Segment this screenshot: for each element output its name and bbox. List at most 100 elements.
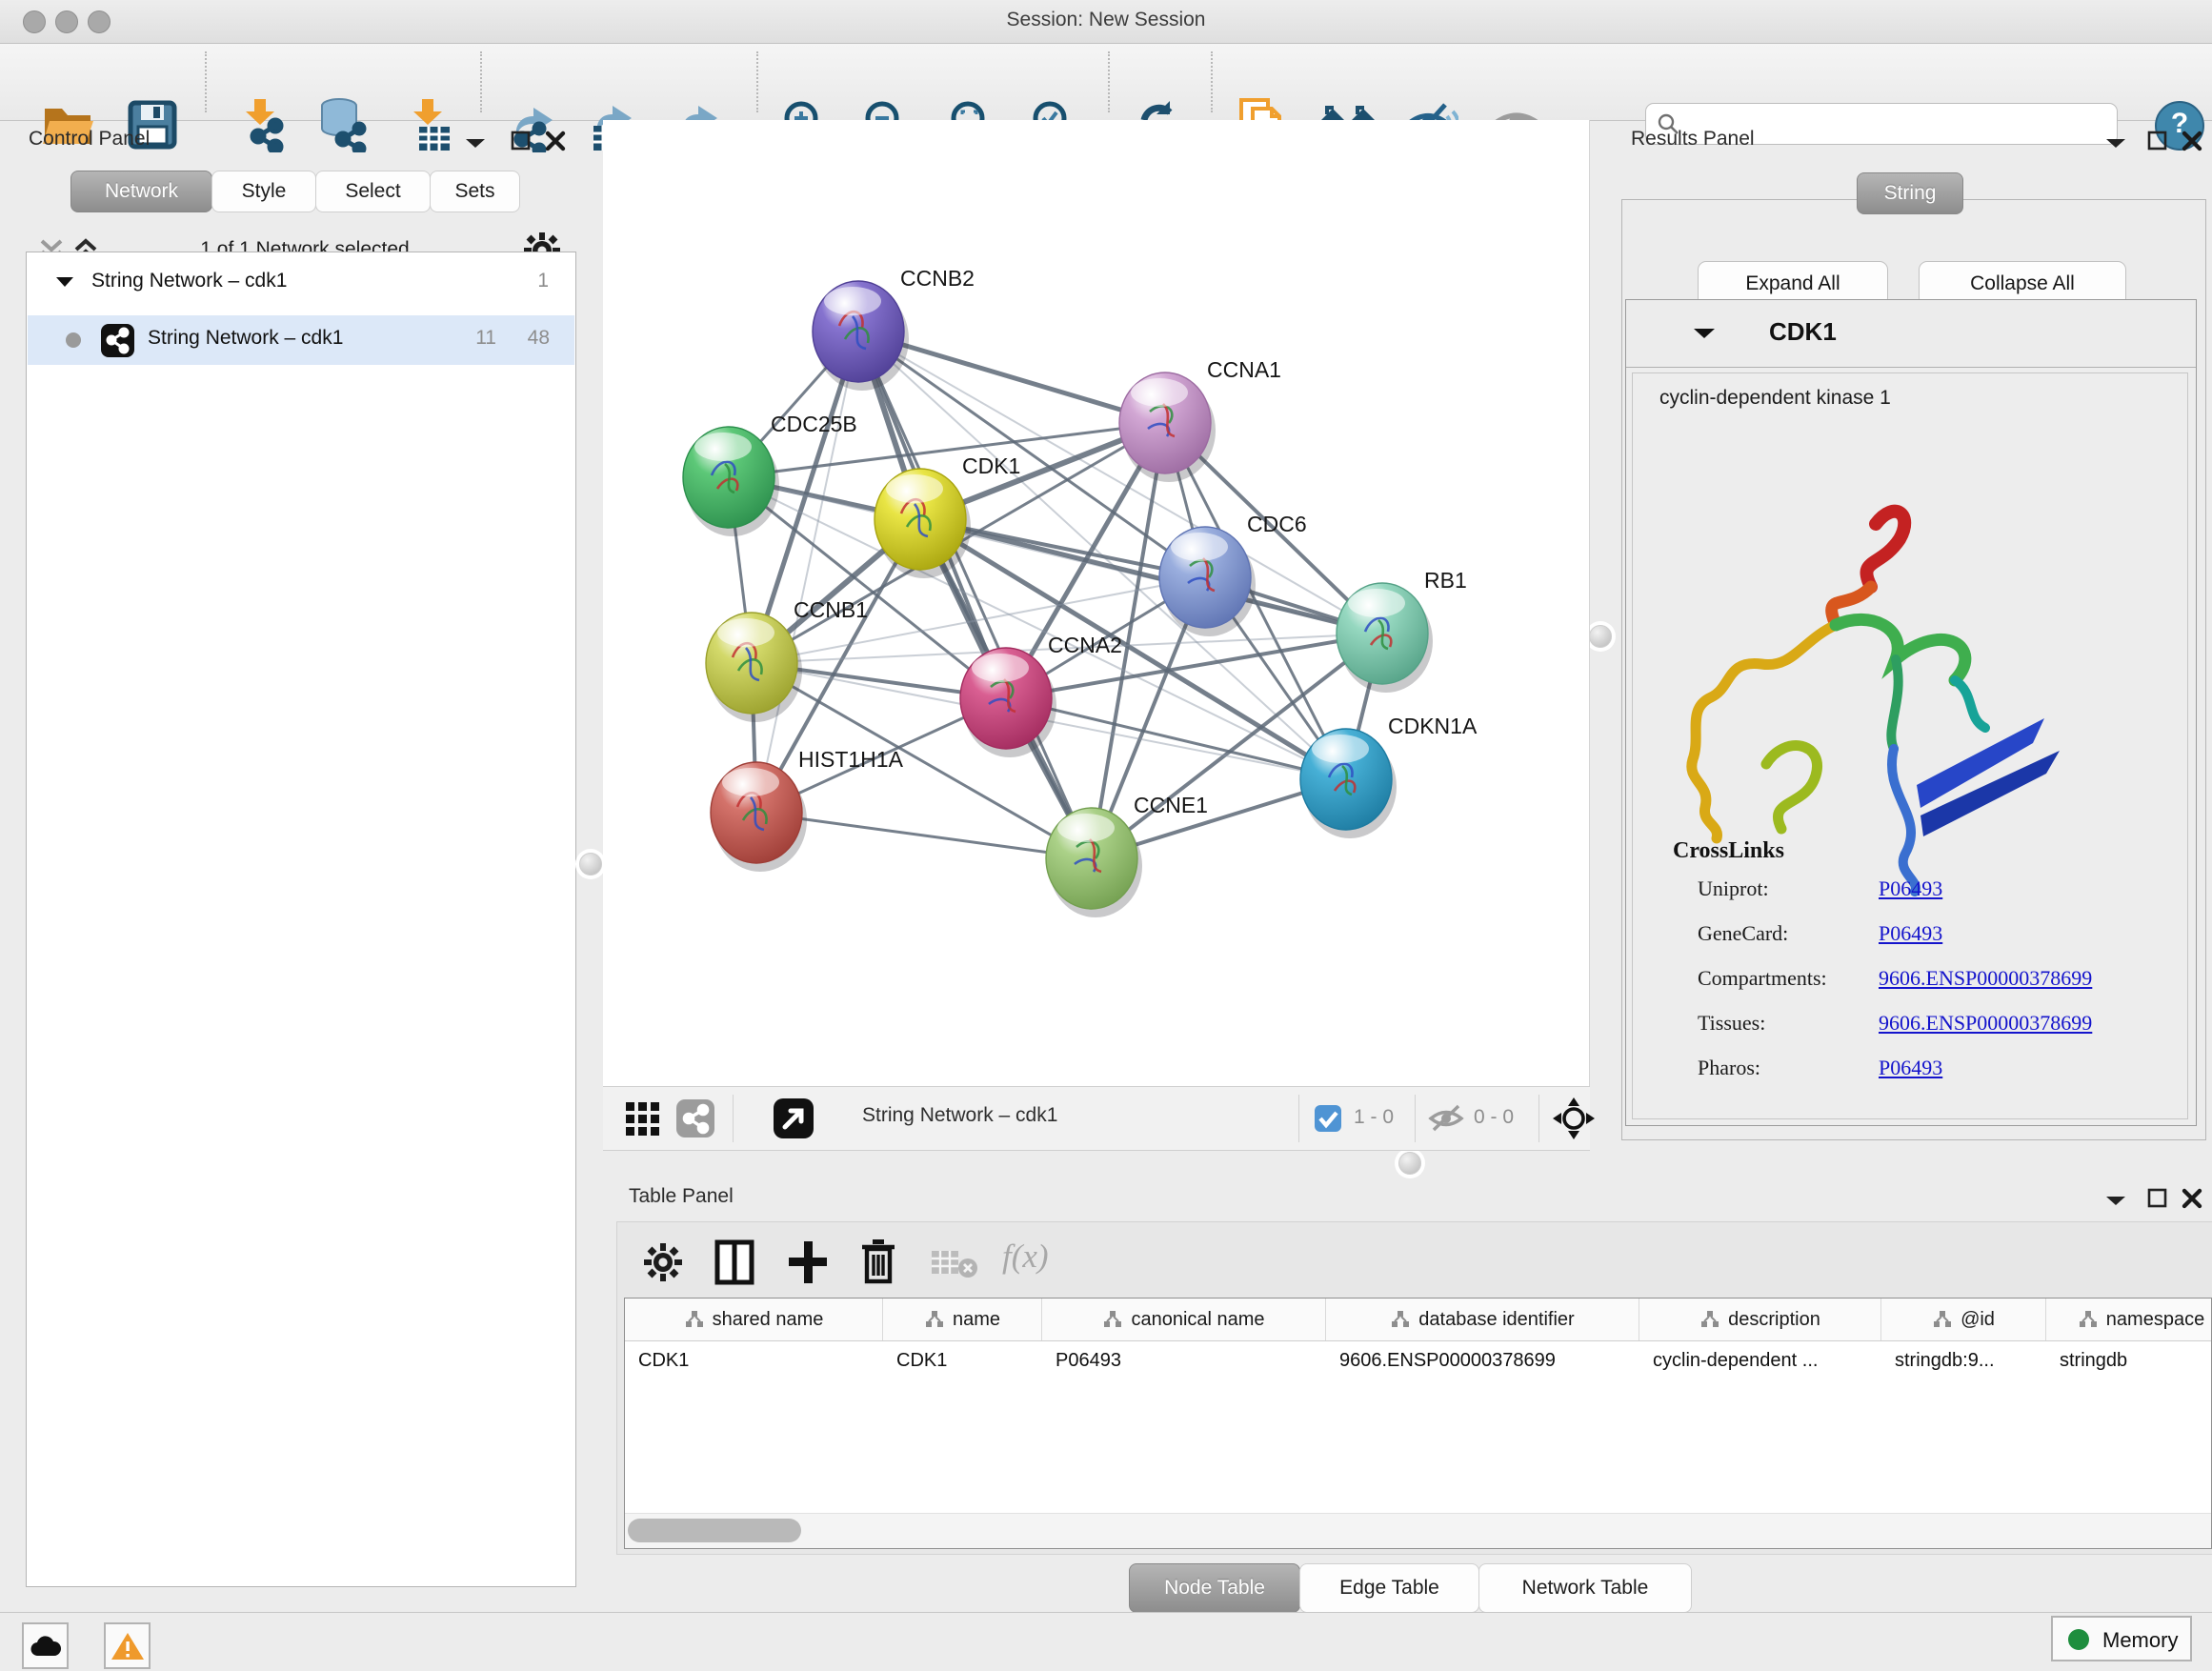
table-settings-gear-icon[interactable]: [642, 1241, 684, 1283]
toolbar-separator: [1211, 51, 1213, 112]
crosslink-row: Tissues:9606.ENSP00000378699: [1698, 1011, 2174, 1036]
crosslink-label: GeneCard:: [1698, 921, 1879, 946]
crosslink-value-link[interactable]: 9606.ENSP00000378699: [1879, 1011, 2092, 1036]
column-header-@id[interactable]: @id: [1881, 1299, 2046, 1340]
gene-collapse-icon[interactable]: [1691, 325, 1718, 342]
network-collection-row[interactable]: String Network – cdk1 1: [27, 262, 575, 308]
node-CDC25B[interactable]: CDC25B: [683, 412, 857, 536]
node-label: CCNB1: [794, 597, 868, 622]
column-header-shared-name[interactable]: shared name: [625, 1299, 883, 1340]
results-panel-menu-icon[interactable]: [2103, 135, 2128, 151]
gene-header-row[interactable]: CDK1: [1626, 300, 2196, 368]
column-header-database-identifier[interactable]: database identifier: [1326, 1299, 1639, 1340]
import-table-icon[interactable]: [400, 97, 455, 154]
netbar-separator: [1298, 1095, 1299, 1142]
node-CDK1[interactable]: CDK1: [875, 453, 1020, 578]
tab-select[interactable]: Select: [315, 171, 431, 212]
grid-view-icon[interactable]: [624, 1100, 662, 1138]
toolbar-separator: [756, 51, 758, 112]
control-panel-menu-icon[interactable]: [463, 135, 488, 151]
delete-column-icon[interactable]: [859, 1238, 897, 1285]
table-panel-close-icon[interactable]: [2181, 1187, 2203, 1210]
node-CDKN1A[interactable]: CDKN1A: [1300, 714, 1478, 838]
network-canvas[interactable]: CCNB2CCNA1CDC25BCDK1CDC6RB1CCNB1CCNA2CDK…: [603, 120, 1590, 1086]
table-cell[interactable]: P06493: [1042, 1341, 1326, 1383]
table-hscrollbar: [625, 1513, 2211, 1548]
control-panel-close-icon[interactable]: [544, 130, 567, 152]
edge-CCNB2-CCNE1[interactable]: [858, 332, 1092, 858]
protein-structure-image: [1671, 497, 2081, 897]
network-label: String Network – cdk1: [148, 327, 343, 350]
network-node-count: 11: [475, 327, 496, 350]
import-network-file-icon[interactable]: [232, 97, 288, 154]
open-in-new-window-icon[interactable]: [773, 1097, 814, 1139]
crosslink-value-link[interactable]: P06493: [1879, 921, 1942, 946]
cloud-button[interactable]: [22, 1622, 69, 1669]
crosslink-label: Pharos:: [1698, 1056, 1879, 1080]
column-header-canonical-name[interactable]: canonical name: [1042, 1299, 1326, 1340]
function-builder-icon[interactable]: f(x): [1002, 1238, 1049, 1276]
selected-nodes-edges-count: 1 - 0: [1354, 1106, 1394, 1129]
control-panel-float-icon[interactable]: [510, 130, 533, 152]
tab-sets[interactable]: Sets: [430, 171, 520, 212]
left-splitter-handle[interactable]: [579, 853, 602, 876]
results-panel-float-icon[interactable]: [2146, 130, 2169, 152]
table-cell[interactable]: CDK1: [625, 1341, 883, 1383]
table-cell[interactable]: stringdb:9...: [1881, 1341, 2046, 1383]
results-panel-close-icon[interactable]: [2181, 130, 2203, 152]
crosslink-value-link[interactable]: P06493: [1879, 876, 1942, 901]
table-panel-menu-icon[interactable]: [2103, 1193, 2128, 1208]
delete-table-icon[interactable]: [930, 1247, 979, 1279]
node-label: RB1: [1424, 568, 1467, 593]
show-columns-icon[interactable]: [714, 1239, 754, 1285]
tab-node-table[interactable]: Node Table: [1129, 1563, 1300, 1613]
import-network-database-icon[interactable]: [314, 97, 370, 154]
table-cell[interactable]: stringdb: [2046, 1341, 2212, 1383]
crosslink-value-link[interactable]: P06493: [1879, 1056, 1942, 1080]
bottom-splitter-handle[interactable]: [1398, 1152, 1421, 1175]
tab-network[interactable]: Network: [70, 171, 212, 212]
edge-CCNB2-HIST1H1A[interactable]: [756, 332, 858, 813]
results-panel-title: Results Panel: [1631, 128, 1755, 151]
table-hscrollbar-thumb[interactable]: [628, 1519, 801, 1542]
tree-expander-icon[interactable]: [53, 273, 76, 291]
network-row-selected[interactable]: String Network – cdk1 11 48: [28, 315, 574, 365]
current-network-name: String Network – cdk1: [862, 1104, 1057, 1127]
memory-label: Memory: [2102, 1628, 2178, 1653]
memory-button[interactable]: Memory: [2051, 1616, 2192, 1661]
table-row[interactable]: CDK1CDK1P064939606.ENSP00000378699cyclin…: [625, 1341, 2211, 1383]
network-type-icon: [100, 323, 135, 358]
selected-checkbox-icon[interactable]: [1314, 1104, 1342, 1133]
table-cell[interactable]: 9606.ENSP00000378699: [1326, 1341, 1639, 1383]
edge-CDK1-RB1[interactable]: [920, 519, 1382, 634]
edge-CCNA2-CDKN1A[interactable]: [1006, 698, 1346, 779]
network-overview-icon[interactable]: [675, 1098, 715, 1138]
column-header-namespace[interactable]: namespace: [2046, 1299, 2212, 1340]
warning-button[interactable]: [104, 1622, 151, 1669]
column-header-name[interactable]: name: [883, 1299, 1042, 1340]
tab-network-table[interactable]: Network Table: [1478, 1563, 1692, 1613]
crosslink-value-link[interactable]: 9606.ENSP00000378699: [1879, 966, 2092, 991]
right-splitter-handle[interactable]: [1589, 625, 1612, 648]
add-column-icon[interactable]: [787, 1239, 829, 1285]
tab-style[interactable]: Style: [211, 171, 316, 212]
node-CCNB2[interactable]: CCNB2: [813, 266, 975, 391]
table-panel-float-icon[interactable]: [2146, 1187, 2169, 1210]
crosslink-row: Uniprot:P06493: [1698, 876, 2174, 901]
column-header-description[interactable]: description: [1639, 1299, 1881, 1340]
table-cell[interactable]: cyclin-dependent ...: [1639, 1341, 1881, 1383]
birdseye-crosshair-icon[interactable]: [1552, 1097, 1596, 1140]
hidden-eye-slash-icon[interactable]: [1428, 1102, 1464, 1135]
tab-edge-table[interactable]: Edge Table: [1299, 1563, 1479, 1613]
node-HIST1H1A[interactable]: HIST1H1A: [711, 747, 904, 872]
network-tree: String Network – cdk1 1 String Network –…: [26, 252, 576, 1587]
current-network-dot-icon: [66, 332, 81, 348]
node-RB1[interactable]: RB1: [1337, 568, 1467, 693]
column-type-icon: [1102, 1309, 1123, 1330]
column-type-icon: [684, 1309, 705, 1330]
crosslink-label: Compartments:: [1698, 966, 1879, 991]
tab-string[interactable]: String: [1857, 172, 1963, 214]
node-CCNA1[interactable]: CCNA1: [1119, 357, 1281, 482]
table-cell[interactable]: CDK1: [883, 1341, 1042, 1383]
node-CDC6[interactable]: CDC6: [1159, 512, 1307, 636]
